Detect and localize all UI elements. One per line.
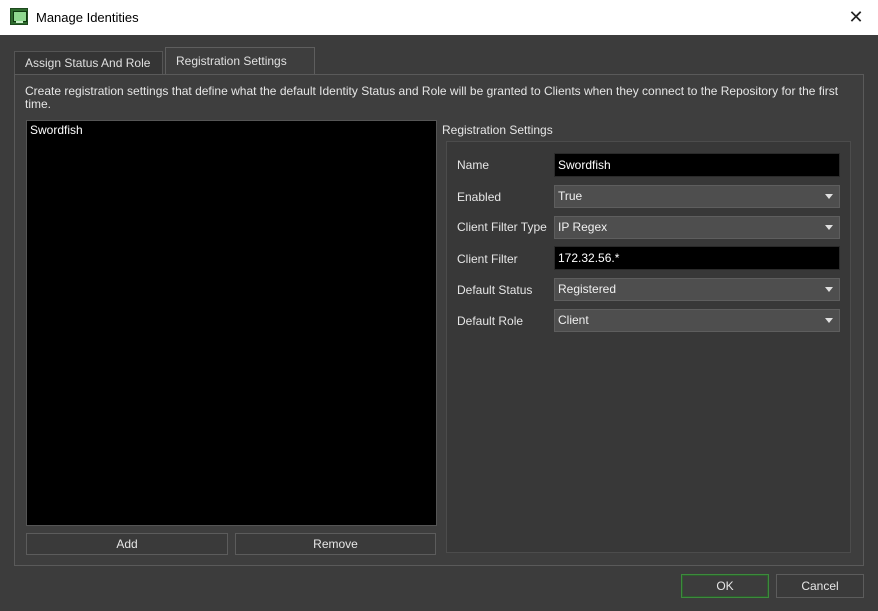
registration-settings-panel: Create registration settings that define… — [14, 74, 864, 566]
default-status-select[interactable]: Registered — [554, 278, 840, 301]
chevron-down-icon — [825, 318, 833, 323]
tab-registration-settings[interactable]: Registration Settings — [165, 47, 315, 75]
client-filter-type-select[interactable]: IP Regex — [554, 216, 840, 239]
enabled-label: Enabled — [457, 190, 502, 204]
chevron-down-icon — [825, 225, 833, 230]
name-field[interactable]: Swordfish — [554, 153, 840, 177]
registration-settings-group: Name Swordfish Enabled True Client Filte… — [446, 141, 851, 553]
client-filter-field[interactable]: 172.32.56.* — [554, 246, 840, 270]
remove-button[interactable]: Remove — [235, 533, 436, 555]
name-label: Name — [457, 158, 490, 172]
monitor-app-icon — [10, 8, 28, 25]
list-item[interactable]: Swordfish — [30, 123, 83, 137]
registration-list[interactable]: Swordfish — [26, 120, 437, 526]
default-role-select[interactable]: Client — [554, 309, 840, 332]
tab-assign-status-and-role[interactable]: Assign Status And Role — [14, 51, 163, 74]
description-text: Create registration settings that define… — [25, 84, 839, 111]
default-role-value: Client — [558, 313, 589, 327]
client-filter-label: Client Filter — [457, 252, 518, 266]
default-role-label: Default Role — [457, 314, 524, 328]
ok-button[interactable]: OK — [681, 574, 769, 598]
window-title: Manage Identities — [36, 10, 139, 25]
chevron-down-icon — [825, 287, 833, 292]
default-status-value: Registered — [558, 282, 617, 296]
close-icon[interactable]: ✕ — [834, 0, 878, 35]
add-button[interactable]: Add — [26, 533, 228, 555]
title-bar: Manage Identities ✕ — [0, 0, 878, 35]
client-filter-type-label: Client Filter Type — [457, 220, 547, 234]
cancel-button[interactable]: Cancel — [776, 574, 864, 598]
chevron-down-icon — [825, 194, 833, 199]
enabled-value: True — [558, 189, 583, 203]
client-filter-type-value: IP Regex — [558, 220, 608, 234]
registration-settings-group-title: Registration Settings — [442, 123, 553, 137]
enabled-select[interactable]: True — [554, 185, 840, 208]
default-status-label: Default Status — [457, 283, 533, 297]
